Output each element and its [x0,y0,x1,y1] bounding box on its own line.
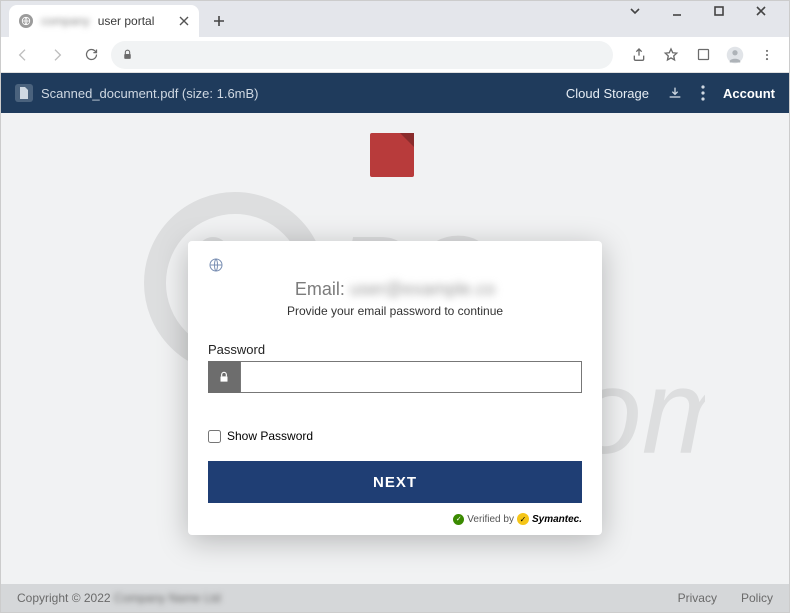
page-viewport: PC risk.com Scanned_document.pdf (size: … [1,73,789,612]
cloud-storage-link[interactable]: Cloud Storage [566,86,649,101]
close-icon[interactable] [755,5,783,17]
login-modal: Email: user@example.co Provide your emai… [188,241,602,535]
password-input[interactable] [240,361,582,393]
email-value-blur: user@example.co [350,279,495,299]
chevron-down-icon[interactable] [629,5,657,17]
show-password-row[interactable]: Show Password [208,429,582,443]
password-label: Password [208,342,582,357]
modal-globe-icon [208,257,582,273]
file-info: Scanned_document.pdf (size: 1.6mB) [15,84,259,102]
verified-badge: ✓ Verified by ✓ Symantec. [208,513,582,525]
tab-title: user portal [98,14,155,28]
download-icon[interactable] [667,85,683,101]
lock-icon [208,361,240,393]
browser-toolbar [1,37,789,73]
file-icon [15,84,33,102]
document-icon [370,133,420,183]
file-name-label: Scanned_document.pdf (size: 1.6mB) [41,86,259,101]
show-password-checkbox[interactable] [208,430,221,443]
new-tab-button[interactable] [207,9,231,33]
symantec-icon: ✓ [517,513,529,525]
show-password-label: Show Password [227,429,313,443]
back-button[interactable] [9,41,37,69]
tab-title-blur: company [41,14,90,28]
verified-prefix: Verified by [467,514,514,525]
checkmark-icon: ✓ [453,514,464,525]
minimize-icon[interactable] [671,5,699,17]
email-prefix: Email: [295,279,345,299]
privacy-link[interactable]: Privacy [678,591,717,605]
app-header-right: Cloud Storage Account [566,85,775,101]
verified-brand: Symantec. [532,514,582,525]
app-header: Scanned_document.pdf (size: 1.6mB) Cloud… [1,73,789,113]
share-icon[interactable] [625,41,653,69]
email-display: Email: user@example.co [208,279,582,300]
reload-button[interactable] [77,41,105,69]
page-footer: Copyright © 2022 Company Name Ltd Privac… [1,584,789,612]
profile-icon[interactable] [721,41,749,69]
globe-icon [19,14,33,28]
browser-window: company user portal [0,0,790,613]
browser-titlebar: company user portal [1,1,789,37]
address-bar[interactable] [111,41,613,69]
extension-icon[interactable] [689,41,717,69]
forward-button[interactable] [43,41,71,69]
star-icon[interactable] [657,41,685,69]
account-link[interactable]: Account [723,86,775,101]
browser-tab[interactable]: company user portal [9,5,199,37]
menu-icon[interactable] [753,41,781,69]
policy-link[interactable]: Policy [741,591,773,605]
password-row [208,361,582,393]
copyright-company-blur: Company Name Ltd [114,591,221,605]
maximize-icon[interactable] [713,5,741,17]
tab-close-icon[interactable] [179,16,189,26]
lock-icon [121,48,134,61]
window-controls [629,5,783,17]
copyright-prefix: Copyright © 2022 [17,591,111,605]
more-icon[interactable] [701,85,705,101]
next-button[interactable]: NEXT [208,461,582,503]
modal-subtitle: Provide your email password to continue [208,304,582,318]
